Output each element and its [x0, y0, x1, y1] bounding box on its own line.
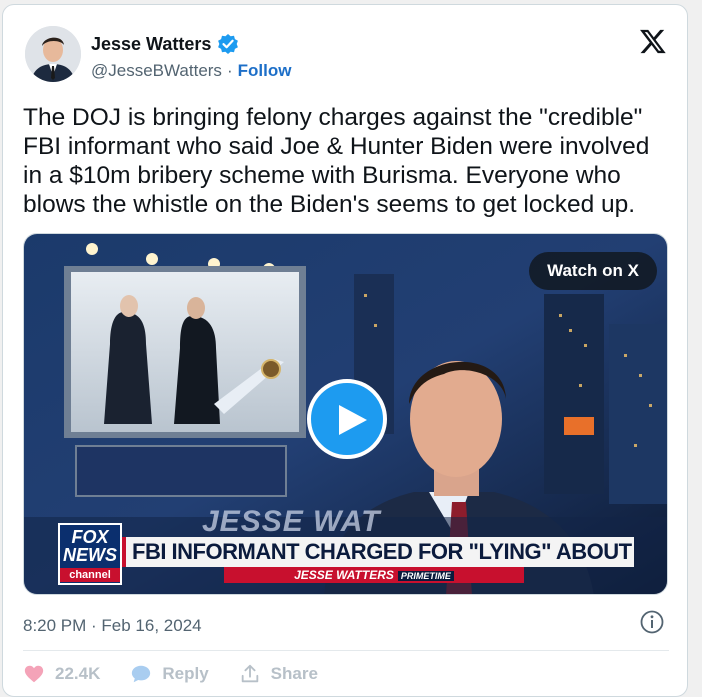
tweet-embed-card: Jesse Watters @JesseBWatters · Follow Th… — [2, 4, 688, 697]
reply-bubble-icon — [132, 665, 151, 683]
handle-separator: · — [226, 61, 233, 80]
like-button[interactable]: 22.4K — [23, 657, 100, 691]
tweet-text: The DOJ is bringing felony charges again… — [23, 104, 650, 218]
author-name-row: Jesse Watters — [91, 33, 239, 55]
author-name[interactable]: Jesse Watters — [91, 34, 211, 55]
heart-icon — [24, 665, 44, 683]
reply-label: Reply — [162, 664, 209, 683]
info-icon[interactable] — [639, 609, 665, 635]
tweet-timestamp[interactable]: 8:20 PM · Feb 16, 2024 — [23, 616, 202, 636]
avatar[interactable] — [25, 26, 81, 82]
watch-on-x-button[interactable]: Watch on X — [529, 252, 657, 290]
like-count: 22.4K — [55, 664, 101, 683]
show-name-banner: JESSE WATTERS PRIMETIME — [224, 567, 524, 583]
follow-button[interactable]: Follow — [238, 61, 292, 81]
divider — [23, 650, 669, 651]
ghost-show-name: JESSE WAT — [202, 505, 381, 538]
share-label: Share — [270, 664, 318, 683]
show-name: JESSE WATTERS — [294, 568, 394, 582]
news-chyron: FBI INFORMANT CHARGED FOR "LYING" ABOUT … — [122, 537, 634, 567]
share-button[interactable]: Share — [239, 657, 318, 691]
reply-button[interactable]: Reply — [130, 657, 209, 691]
share-icon — [241, 664, 258, 683]
tweet-actions: 22.4K Reply Share — [23, 657, 348, 691]
network-logo-line3: channel — [60, 568, 120, 582]
news-lower-third: JESSE WAT FOX NEWS channel FBI INFORMANT… — [24, 505, 667, 594]
x-logo-icon[interactable] — [639, 27, 667, 55]
play-button[interactable] — [307, 379, 387, 459]
network-logo: FOX NEWS channel — [58, 523, 122, 585]
verified-badge-icon — [218, 34, 239, 54]
show-tag: PRIMETIME — [397, 571, 454, 581]
network-logo-line1: FOX — [71, 527, 109, 547]
author-handle[interactable]: @JesseBWatters — [91, 61, 222, 81]
author-handle-row: @JesseBWatters · Follow — [91, 61, 291, 81]
play-icon — [339, 405, 367, 435]
network-logo-line2: NEWS — [63, 545, 117, 565]
video-media[interactable]: Watch on X JESSE WAT FOX NEWS channel FB… — [23, 233, 668, 595]
